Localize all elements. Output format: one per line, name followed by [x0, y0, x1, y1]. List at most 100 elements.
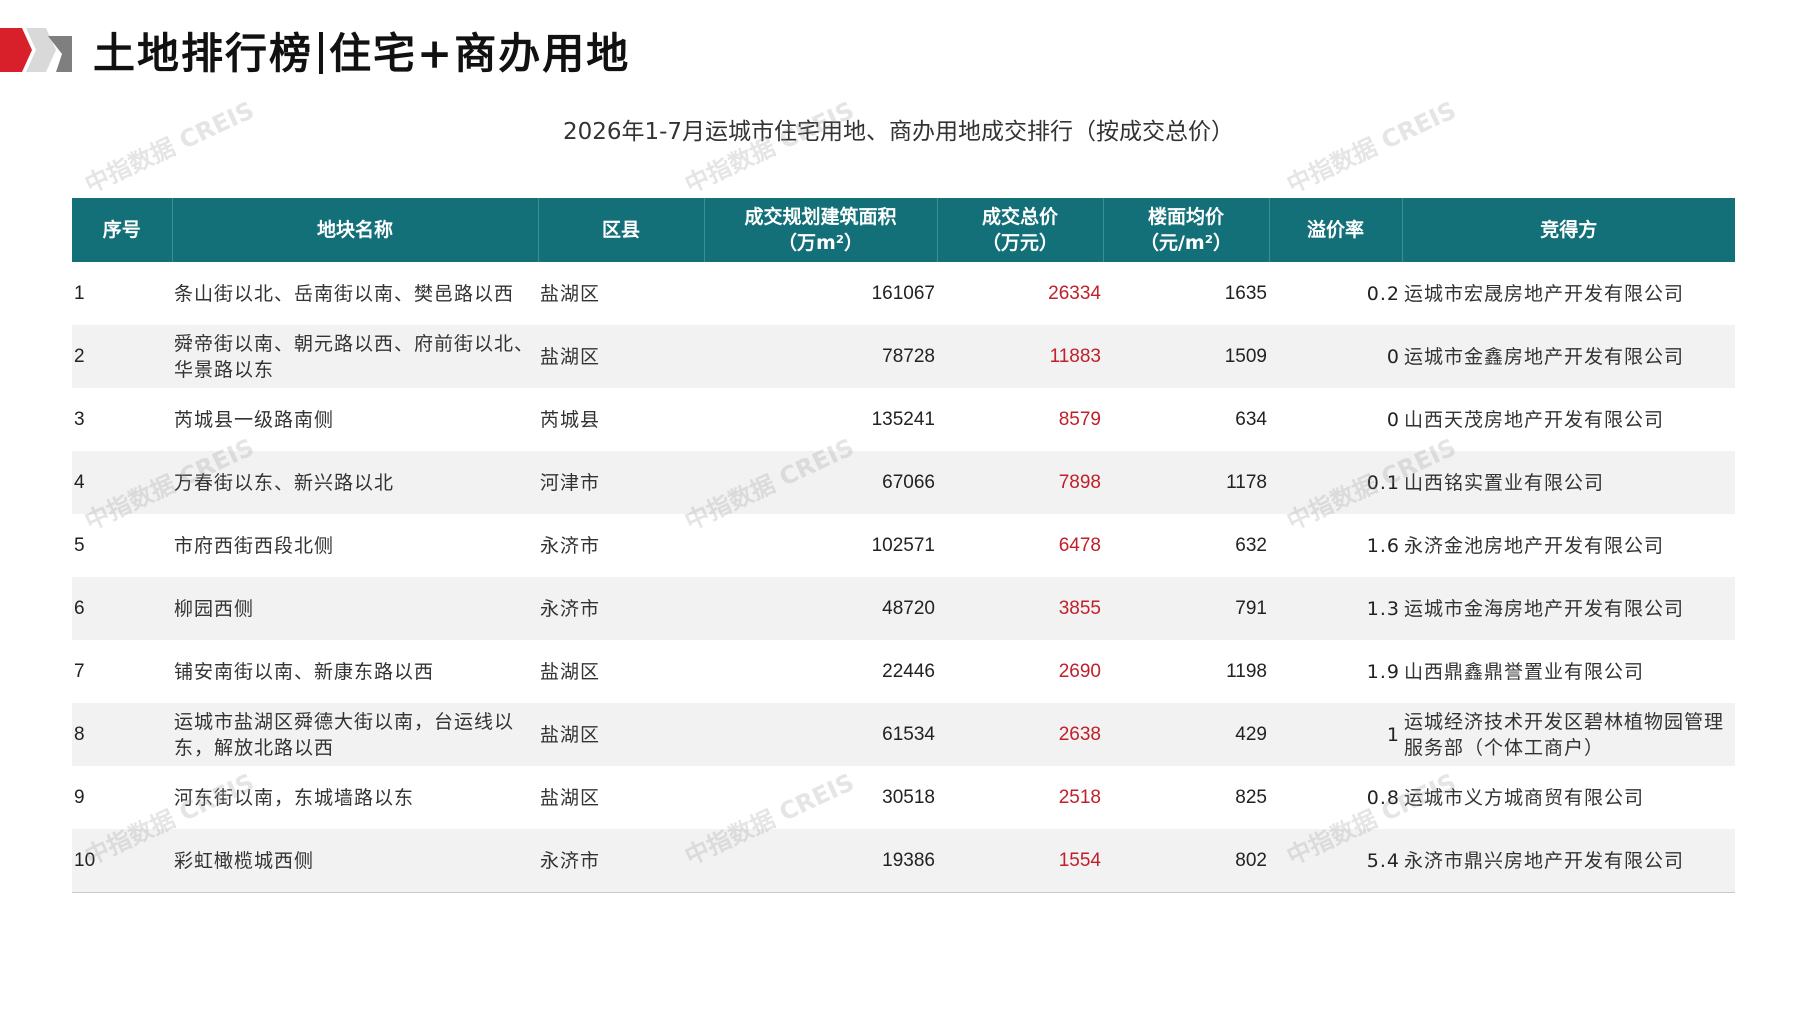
- cell-rank: 3: [72, 388, 172, 451]
- cell-parcel-name: 条山街以北、岳南街以南、樊邑路以西: [172, 262, 538, 325]
- cell-district: 盐湖区: [538, 703, 704, 766]
- cell-total-price: 8579: [937, 388, 1103, 451]
- cell-district: 河津市: [538, 451, 704, 514]
- cell-premium: 0.1: [1269, 451, 1402, 514]
- header-label: 区县: [601, 219, 640, 241]
- cell-rank: 2: [72, 325, 172, 388]
- header-label: 成交规划建筑面积: [744, 206, 897, 228]
- cell-premium: 1.9: [1269, 640, 1402, 703]
- table-row: 3 芮城县一级路南侧 芮城县 135241 8579 634 0 山西天茂房地产开发有限公司: [72, 388, 1735, 451]
- header-district: 区县: [537, 198, 704, 262]
- cell-parcel-name: 舜帝街以南、朝元路以西、府前街以北、华景路以东: [172, 325, 538, 388]
- cell-parcel-name: 柳园西侧: [172, 577, 538, 640]
- cell-unit-price: 634: [1103, 388, 1269, 451]
- cell-parcel-name: 万春街以东、新兴路以北: [172, 451, 538, 514]
- page-title: 土地排行榜 住宅+商办用地: [93, 20, 630, 81]
- cell-parcel-name: 铺安南街以南、新康东路以西: [172, 640, 538, 703]
- cell-premium: 1.3: [1269, 577, 1402, 640]
- header-label: 地块名称: [316, 219, 393, 241]
- cell-total-price: 2638: [937, 703, 1103, 766]
- cell-parcel-name: 市府西街西段北侧: [172, 514, 538, 577]
- header-label: 竞得方: [1540, 219, 1598, 241]
- cell-district: 盐湖区: [538, 766, 704, 829]
- cell-unit-price: 1178: [1103, 451, 1269, 514]
- cell-parcel-name: 河东街以南，东城墙路以东: [172, 766, 538, 829]
- cell-rank: 7: [72, 640, 172, 703]
- cell-area: 67066: [704, 451, 937, 514]
- cell-total-price: 26334: [937, 262, 1103, 325]
- cell-total-price: 7898: [937, 451, 1103, 514]
- cell-district: 芮城县: [538, 388, 704, 451]
- cell-unit-price: 632: [1103, 514, 1269, 577]
- cell-buyer: 运城市金鑫房地产开发有限公司: [1402, 325, 1735, 388]
- brand-logo-icon: [0, 28, 72, 72]
- cell-unit-price: 1635: [1103, 262, 1269, 325]
- header-label: 序号: [102, 219, 141, 241]
- cell-rank: 5: [72, 514, 172, 577]
- table-row: 5 市府西街西段北侧 永济市 102571 6478 632 1.6 永济金池房地产开发有限公…: [72, 514, 1735, 577]
- cell-premium: 0: [1269, 388, 1402, 451]
- cell-area: 19386: [704, 829, 937, 893]
- cell-total-price: 2690: [937, 640, 1103, 703]
- cell-area: 22446: [704, 640, 937, 703]
- table-row: 4 万春街以东、新兴路以北 河津市 67066 7898 1178 0.1 山西铭实置业有限公…: [72, 451, 1735, 514]
- cell-premium: 0: [1269, 325, 1402, 388]
- cell-buyer: 山西天茂房地产开发有限公司: [1402, 388, 1735, 451]
- cell-buyer: 运城经济技术开发区碧林植物园管理服务部（个体工商户）: [1402, 703, 1735, 766]
- cell-buyer: 运城市义方城商贸有限公司: [1402, 766, 1735, 829]
- table-row: 10 彩虹橄榄城西侧 永济市 19386 1554 802 5.4 永济市鼎兴房地产开发有限公…: [72, 829, 1735, 893]
- table-row: 7 铺安南街以南、新康东路以西 盐湖区 22446 2690 1198 1.9 山西鼎鑫鼎誉置…: [72, 640, 1735, 703]
- header-name: 地块名称: [171, 198, 538, 262]
- cell-district: 盐湖区: [538, 640, 704, 703]
- cell-rank: 4: [72, 451, 172, 514]
- cell-unit-price: 1509: [1103, 325, 1269, 388]
- cell-parcel-name: 运城市盐湖区舜德大街以南，台运线以东，解放北路以西: [172, 703, 538, 766]
- cell-buyer: 永济市鼎兴房地产开发有限公司: [1402, 829, 1735, 893]
- cell-rank: 1: [72, 262, 172, 325]
- cell-parcel-name: 芮城县一级路南侧: [172, 388, 538, 451]
- header-buyer: 竞得方: [1401, 198, 1735, 262]
- cell-total-price: 3855: [937, 577, 1103, 640]
- cell-unit-price: 791: [1103, 577, 1269, 640]
- header-unit: （万元）: [981, 232, 1058, 254]
- header-row: 序号 地块名称 区县 成交规划建筑面积 （万m²） 成交总价 （万元） 楼面均价 （元/m²） 溢…: [72, 198, 1735, 262]
- page-title-left: 土地排行榜: [93, 29, 314, 78]
- cell-premium: 0.2: [1269, 262, 1402, 325]
- cell-total-price: 2518: [937, 766, 1103, 829]
- cell-total-price: 1554: [937, 829, 1103, 893]
- cell-district: 盐湖区: [538, 325, 704, 388]
- cell-premium: 1: [1269, 703, 1402, 766]
- header-unit-price: 楼面均价 （元/m²）: [1102, 198, 1269, 262]
- cell-area: 30518: [704, 766, 937, 829]
- header-label: 楼面均价: [1147, 206, 1224, 228]
- cell-premium: 5.4: [1269, 829, 1402, 893]
- cell-premium: 1.6: [1269, 514, 1402, 577]
- cell-rank: 6: [72, 577, 172, 640]
- cell-unit-price: 802: [1103, 829, 1269, 893]
- table-header: 序号 地块名称 区县 成交规划建筑面积 （万m²） 成交总价 （万元） 楼面均价 （元/m²） 溢…: [72, 198, 1735, 262]
- header-rank: 序号: [72, 198, 172, 262]
- cell-buyer: 山西鼎鑫鼎誉置业有限公司: [1402, 640, 1735, 703]
- table-body: 1 条山街以北、岳南街以南、樊邑路以西 盐湖区 161067 26334 1635 0.2 运…: [72, 262, 1735, 893]
- cell-district: 永济市: [538, 577, 704, 640]
- cell-unit-price: 429: [1103, 703, 1269, 766]
- cell-area: 161067: [704, 262, 937, 325]
- cell-rank: 9: [72, 766, 172, 829]
- table-row: 1 条山街以北、岳南街以南、樊邑路以西 盐湖区 161067 26334 1635 0.2 运…: [72, 262, 1735, 325]
- cell-rank: 8: [72, 703, 172, 766]
- land-ranking-table: 序号 地块名称 区县 成交规划建筑面积 （万m²） 成交总价 （万元） 楼面均价 （元/m²） 溢…: [72, 198, 1735, 893]
- header-total-price: 成交总价 （万元）: [936, 198, 1103, 262]
- cell-parcel-name: 彩虹橄榄城西侧: [172, 829, 538, 893]
- table-row: 2 舜帝街以南、朝元路以西、府前街以北、华景路以东 盐湖区 78728 11883 150…: [72, 325, 1735, 388]
- cell-buyer: 永济金池房地产开发有限公司: [1402, 514, 1735, 577]
- cell-district: 永济市: [538, 514, 704, 577]
- cell-total-price: 6478: [937, 514, 1103, 577]
- page-title-right: 住宅+商办用地: [329, 29, 631, 78]
- table-row: 6 柳园西侧 永济市 48720 3855 791 1.3 运城市金海房地产开发有限公司: [72, 577, 1735, 640]
- header-premium: 溢价率: [1268, 198, 1402, 262]
- cell-buyer: 山西铭实置业有限公司: [1402, 451, 1735, 514]
- cell-unit-price: 825: [1103, 766, 1269, 829]
- cell-area: 61534: [704, 703, 937, 766]
- cell-district: 永济市: [538, 829, 704, 893]
- header-label: 溢价率: [1306, 219, 1364, 241]
